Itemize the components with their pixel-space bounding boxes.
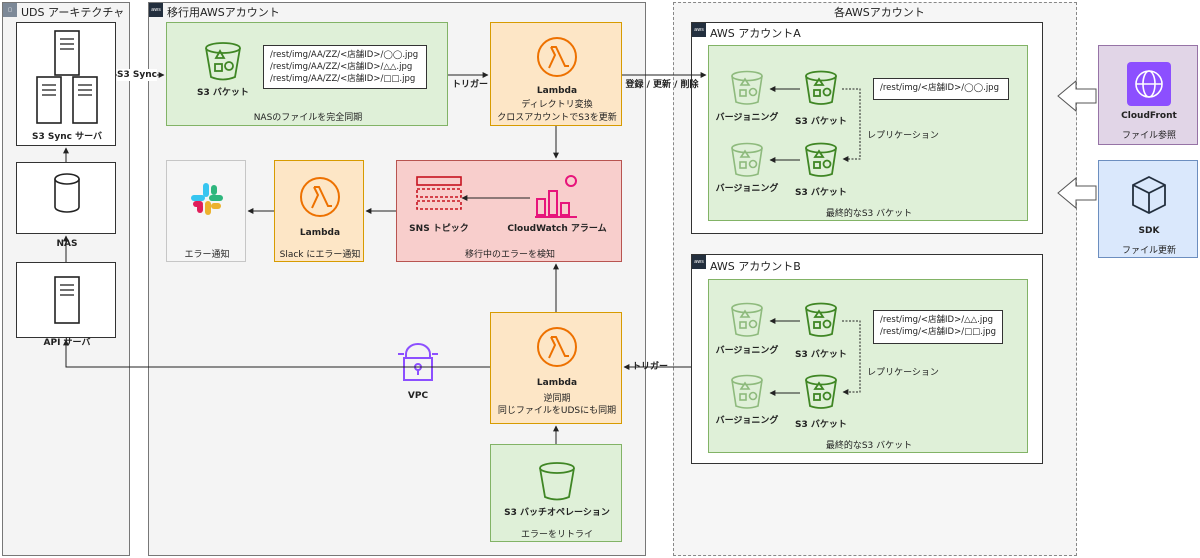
connector-lines — [63, 72, 1097, 444]
edge-replication — [842, 320, 861, 395]
edge-label-s3sync: S3 Sync — [117, 69, 157, 81]
edge-label-trigger: トリガー — [451, 80, 489, 90]
hollow-arrow-cloudfront — [1057, 79, 1097, 113]
edge-label-trigger: トリガー — [631, 362, 669, 372]
hollow-arrow-sdk — [1057, 176, 1097, 210]
edge-replication — [842, 88, 861, 162]
edge-label-register: 登録 / 更新 / 削除 — [625, 80, 699, 90]
edge-reverse-to-api — [63, 339, 490, 368]
